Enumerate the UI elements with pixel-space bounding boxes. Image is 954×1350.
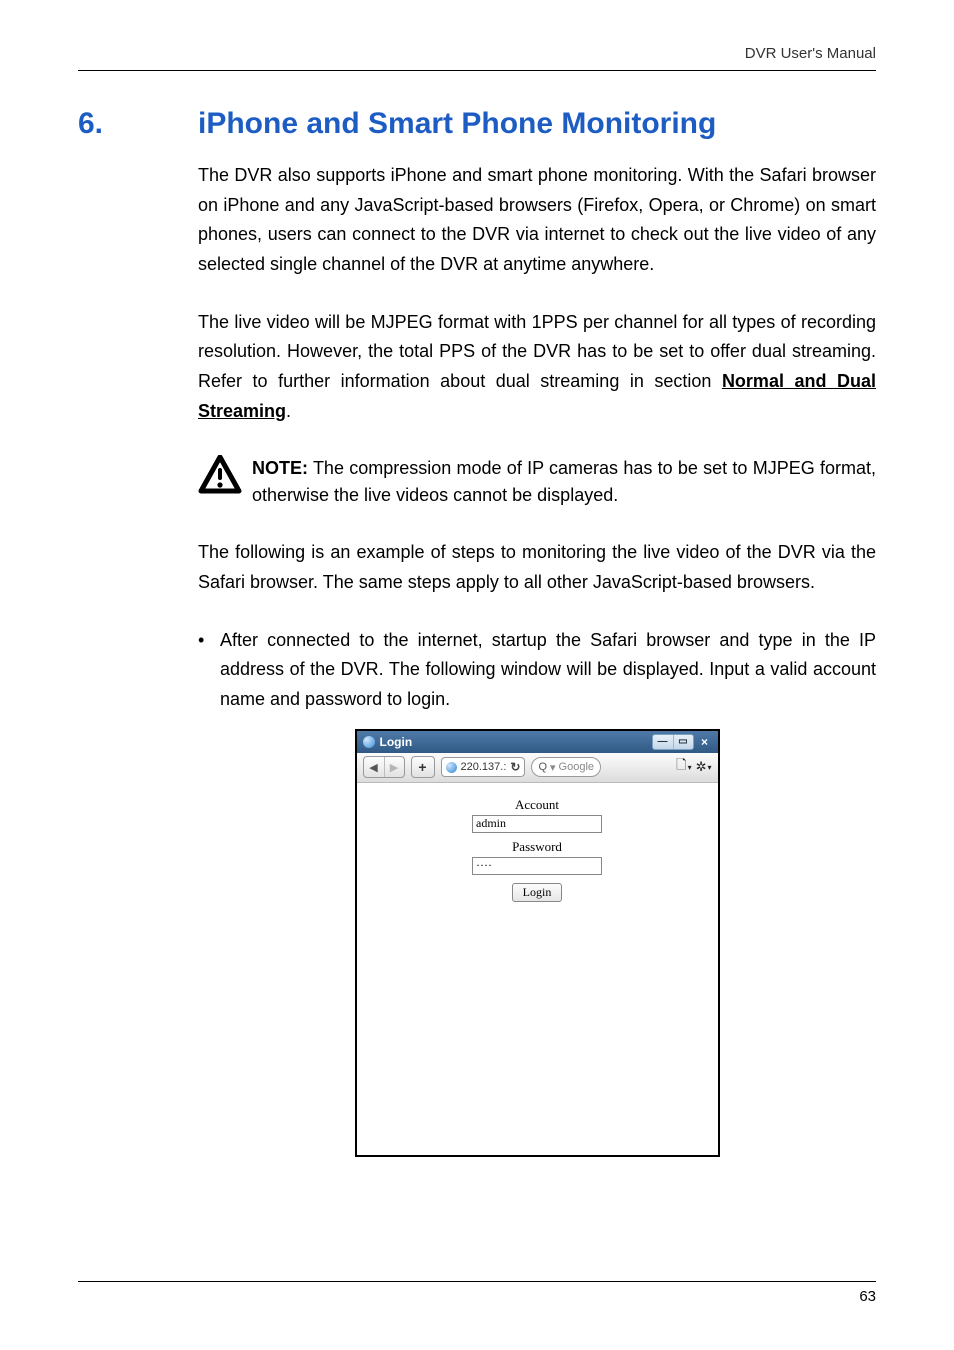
password-label: Password xyxy=(357,839,718,855)
paragraph-3: The following is an example of steps to … xyxy=(198,538,876,597)
paragraph-1: The DVR also supports iPhone and smart p… xyxy=(198,161,876,280)
address-bar[interactable]: 220.137.: ↻ xyxy=(441,757,526,777)
note-text: NOTE: The compression mode of IP cameras… xyxy=(252,455,876,511)
window-close-icon[interactable]: × xyxy=(698,735,712,749)
note-body: The compression mode of IP cameras has t… xyxy=(252,458,876,506)
bullet-marker: • xyxy=(198,626,220,656)
settings-menu-dropdown-icon: ▾ xyxy=(707,763,711,772)
page-number: 63 xyxy=(78,1288,876,1305)
paragraph-2-post: . xyxy=(286,401,291,421)
paragraph-2: The live video will be MJPEG format with… xyxy=(198,308,876,427)
login-button[interactable]: Login xyxy=(512,883,563,902)
safari-window: Login — ▭ × ◀ ▶ + xyxy=(355,729,720,1157)
password-input[interactable] xyxy=(472,857,602,875)
account-input[interactable] xyxy=(472,815,602,833)
add-bookmark-button[interactable]: + xyxy=(411,756,435,778)
header-manual-label: DVR User's Manual xyxy=(78,45,876,70)
window-titlebar: Login — ▭ × xyxy=(357,731,718,753)
nav-back-button[interactable]: ◀ xyxy=(364,757,384,777)
address-text: 220.137.: xyxy=(461,761,507,773)
window-favicon-icon xyxy=(363,736,375,748)
window-maximize-icon[interactable]: ▭ xyxy=(673,735,693,749)
gear-icon: ✲ xyxy=(696,759,707,775)
search-placeholder: Google xyxy=(559,761,594,773)
section-title: iPhone and Smart Phone Monitoring xyxy=(198,107,716,141)
section-number: 6. xyxy=(78,107,198,141)
nav-back-forward-group: ◀ ▶ xyxy=(363,756,405,778)
browser-viewport: Account Password Login xyxy=(357,783,718,1155)
window-minimize-icon[interactable]: — xyxy=(653,735,673,749)
plus-icon: + xyxy=(412,757,434,777)
search-icon: Q xyxy=(538,761,547,773)
account-label: Account xyxy=(357,797,718,813)
page-menu-dropdown-icon: ▾ xyxy=(688,763,692,772)
footer-rule xyxy=(78,1281,876,1282)
browser-toolbar: ◀ ▶ + 220.137.: ↻ Q▾ Google xyxy=(357,753,718,783)
search-field[interactable]: Q▾ Google xyxy=(531,757,601,777)
reload-icon[interactable]: ↻ xyxy=(510,760,520,774)
warning-icon xyxy=(198,455,242,495)
window-minmax-group[interactable]: — ▭ xyxy=(652,734,694,750)
header-rule xyxy=(78,70,876,71)
bullet-1-text: After connected to the internet, startup… xyxy=(220,626,876,715)
search-engine-dropdown-icon[interactable]: ▾ xyxy=(550,761,556,774)
page-menu-button[interactable]: 🗋▾ xyxy=(676,756,691,778)
window-title: Login xyxy=(380,735,413,749)
settings-menu-button[interactable]: ✲▾ xyxy=(696,759,712,775)
page-icon: 🗋 xyxy=(676,756,686,778)
note-label: NOTE: xyxy=(252,458,308,478)
address-favicon-icon xyxy=(446,762,457,773)
nav-forward-button[interactable]: ▶ xyxy=(384,757,404,777)
